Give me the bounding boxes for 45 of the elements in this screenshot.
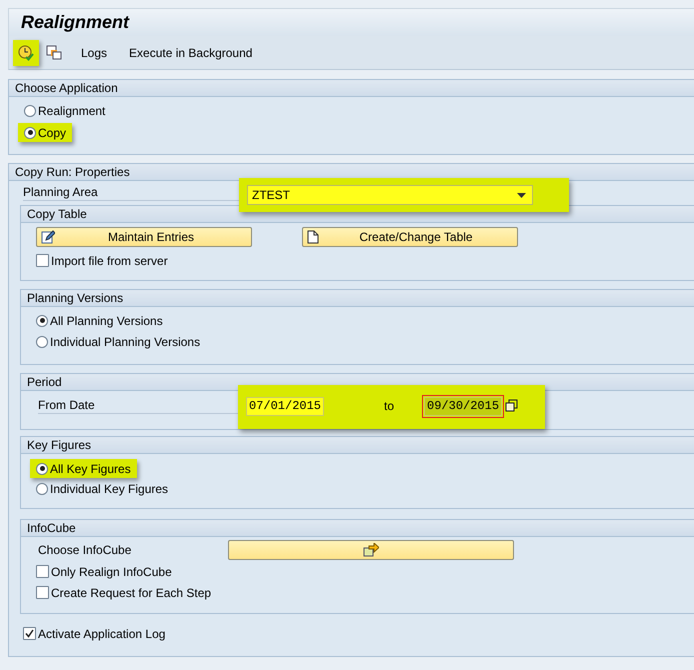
radio-label: Individual Key Figures	[50, 482, 168, 496]
radio-button[interactable]	[24, 104, 36, 116]
pencil-icon	[41, 230, 55, 244]
from-date-field[interactable]: 07/01/2015	[246, 396, 324, 416]
radio-label: All Key Figures	[50, 462, 131, 476]
radio-button[interactable]	[36, 482, 48, 494]
radio-button[interactable]	[24, 126, 36, 138]
checkbox-label: Create Request for Each Step	[51, 586, 212, 600]
field-label: Choose InfoCube	[37, 543, 132, 557]
checkbox[interactable]	[36, 586, 49, 599]
dropdown-arrow-icon	[517, 192, 526, 198]
document-icon	[307, 230, 319, 244]
radio-button[interactable]	[36, 336, 48, 348]
group-header: InfoCube	[21, 520, 694, 537]
radio-label: Copy	[38, 126, 66, 140]
clock-check-icon	[18, 44, 34, 60]
screen-title: Realignment	[21, 12, 130, 33]
radio-button[interactable]	[36, 314, 48, 326]
field-label: From Date	[38, 398, 238, 414]
checkbox-label: Only Realign InfoCube	[51, 564, 172, 578]
create-table-button[interactable]: Create/Change Table	[302, 227, 518, 247]
arrow-icon	[363, 543, 379, 557]
to-date-field[interactable]: 09/30/2015	[424, 396, 502, 416]
group-header: Planning Versions	[21, 290, 694, 307]
maintain-entries-button[interactable]: Maintain Entries	[36, 227, 252, 247]
group-header: Choose Application	[9, 80, 694, 97]
planning-area-dropdown[interactable]: ZTEST	[247, 185, 533, 205]
group-header: Key Figures	[21, 437, 694, 454]
radio-label: All Planning Versions	[50, 314, 163, 328]
choose-infocube-button[interactable]	[228, 540, 514, 560]
field-label: to	[384, 399, 396, 413]
radio-label: Realignment	[38, 104, 106, 118]
checkbox[interactable]	[23, 627, 36, 640]
checkbox-label: Import file from server	[51, 254, 168, 268]
toolbar-button[interactable]: Execute in Background	[123, 46, 258, 60]
field-label: Planning Area	[23, 185, 239, 201]
radio-button[interactable]	[36, 462, 48, 474]
checkbox[interactable]	[36, 254, 49, 267]
checkbox-label: Activate Application Log	[38, 626, 166, 640]
multiple-selection-icon[interactable]	[505, 399, 520, 413]
checkbox[interactable]	[36, 565, 49, 578]
toolbar-button[interactable]: Logs	[75, 46, 114, 60]
group-header: Copy Run: Properties	[9, 164, 694, 181]
execute-button[interactable]	[13, 40, 39, 66]
radio-label: Individual Planning Versions	[50, 334, 200, 348]
